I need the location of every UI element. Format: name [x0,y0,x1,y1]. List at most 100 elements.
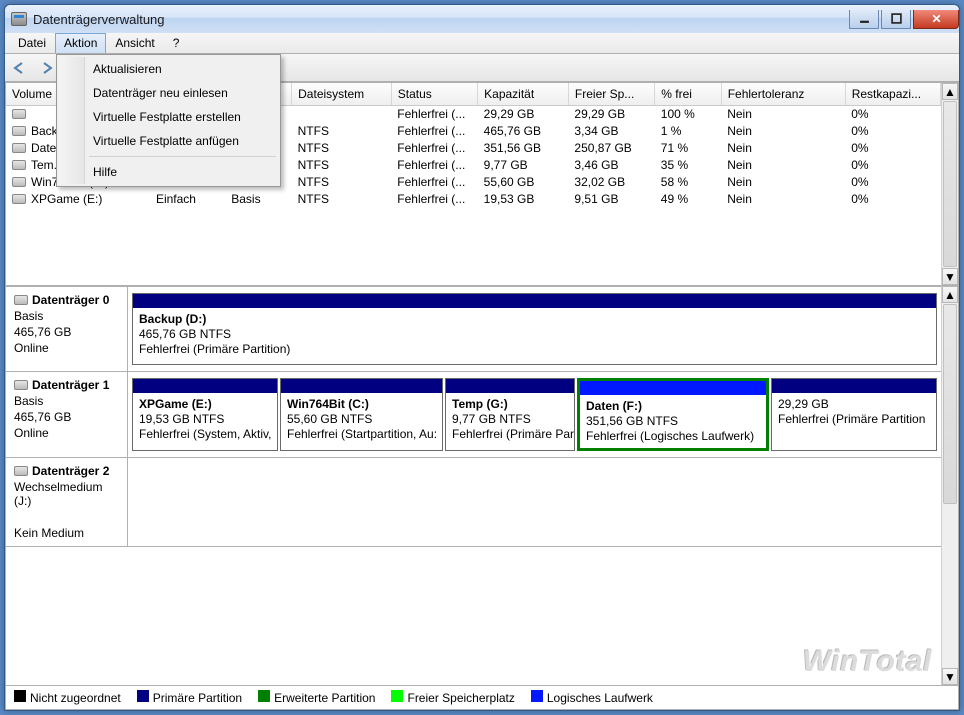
partition-unnamed[interactable]: 29,29 GBFehlerfrei (Primäre Partition [771,378,937,451]
menubar: Datei Aktion Ansicht ? [5,33,959,54]
cell-fs: NTFS [292,139,392,156]
menu-help-item[interactable]: Hilfe [59,160,278,184]
cell-fs: NTFS [292,173,392,190]
partition-stripe [446,379,574,393]
legend-swatch-unallocated [14,690,26,702]
menu-separator [89,156,276,157]
cell-type: Basis [225,190,291,207]
partition-status: Fehlerfrei (Logisches Laufwerk) [586,429,760,444]
table-row[interactable]: XPGame (E:)EinfachBasisNTFSFehlerfrei (.… [6,190,941,207]
partition-label: XPGame (E:) [139,397,271,412]
menu-help[interactable]: ? [164,33,189,53]
cell-fs: NTFS [292,190,392,207]
scroll-thumb[interactable] [943,101,957,267]
legend-label: Nicht zugeordnet [30,691,121,705]
scroll-down-icon[interactable]: ▼ [942,268,958,285]
disk-state: Online [14,341,119,355]
disk-row: Datenträger 2 Wechselmedium (J:) Kein Me… [6,458,941,547]
cell-status: Fehlerfrei (... [391,173,477,190]
window-title: Datenträgerverwaltung [33,12,849,27]
scroll-thumb[interactable] [943,304,957,504]
col-pctfree[interactable]: % frei [655,83,721,105]
legend-label: Logisches Laufwerk [547,691,653,705]
menu-attach-vhd[interactable]: Virtuelle Festplatte anfügen [59,129,278,153]
disk-header[interactable]: Datenträger 2 Wechselmedium (J:) Kein Me… [6,458,128,546]
cell-cap: 55,60 GB [478,173,569,190]
cell-fs [292,105,392,122]
cell-free: 250,87 GB [568,139,654,156]
cell-layout: Einfach [150,190,225,207]
partition-stripe [133,379,277,393]
scroll-up-icon[interactable]: ▲ [942,83,958,100]
col-filesystem[interactable]: Dateisystem [292,83,392,105]
cell-status: Fehlerfrei (... [391,156,477,173]
titlebar[interactable]: Datenträgerverwaltung [5,5,959,33]
cell-pct: 71 % [655,139,721,156]
cell-status: Fehlerfrei (... [391,139,477,156]
cell-fault: Nein [721,173,845,190]
legend: Nicht zugeordnet Primäre Partition Erwei… [6,685,958,709]
minimize-button[interactable] [849,10,879,29]
cell-status: Fehlerfrei (... [391,105,477,122]
menu-rescan-disks[interactable]: Datenträger neu einlesen [59,81,278,105]
list-scrollbar[interactable]: ▲ ▼ [941,83,958,285]
back-button[interactable] [11,59,29,77]
disk-name: Datenträger 1 [32,378,109,392]
col-overhead[interactable]: Restkapazi... [845,83,940,105]
partition-label: Win764Bit (C:) [287,397,436,412]
partition-stripe [772,379,936,393]
scroll-up-icon[interactable]: ▲ [942,286,958,303]
disk-header[interactable]: Datenträger 1 Basis 465,76 GB Online [6,372,128,457]
partition-status: Fehlerfrei (Startpartition, Au: [287,427,436,442]
partition-backup[interactable]: Backup (D:) 465,76 GB NTFS Fehlerfrei (P… [132,293,937,365]
partition-stripe [133,294,936,308]
cell-pct: 49 % [655,190,721,207]
disk-state: Kein Medium [14,526,119,540]
partition-size: 465,76 GB NTFS [139,327,930,342]
maximize-button[interactable] [881,10,911,29]
cell-cap: 29,29 GB [478,105,569,122]
partition-stripe [580,381,766,395]
app-icon [11,12,27,26]
cell-status: Fehlerfrei (... [391,190,477,207]
volume-icon [12,160,26,170]
cell-over: 0% [845,122,940,139]
cell-free: 3,34 GB [568,122,654,139]
partition-label: Temp (G:) [452,397,568,412]
menu-view[interactable]: Ansicht [106,33,163,53]
partition-status: Fehlerfrei (Primäre Partition) [139,342,930,357]
legend-label: Freier Speicherplatz [407,691,514,705]
menu-refresh[interactable]: Aktualisieren [59,57,278,81]
menu-create-vhd[interactable]: Virtuelle Festplatte erstellen [59,105,278,129]
disk-icon [14,466,28,476]
cell-free: 32,02 GB [568,173,654,190]
cell-free: 29,29 GB [568,105,654,122]
disk-state: Online [14,426,119,440]
partition-xpgame[interactable]: XPGame (E:)19,53 GB NTFSFehlerfrei (Syst… [132,378,278,451]
cell-fs: NTFS [292,122,392,139]
cell-fault: Nein [721,139,845,156]
partition-daten-extended[interactable]: Daten (F:)351,56 GB NTFSFehlerfrei (Logi… [577,378,769,451]
menu-file[interactable]: Datei [9,33,55,53]
scroll-down-icon[interactable]: ▼ [942,668,958,685]
col-status[interactable]: Status [391,83,477,105]
cell-over: 0% [845,156,940,173]
forward-button[interactable] [37,59,55,77]
diagram-scrollbar[interactable]: ▲ ▼ [941,286,958,685]
cell-pct: 100 % [655,105,721,122]
disk-type: Wechselmedium (J:) [14,480,119,508]
col-free[interactable]: Freier Sp... [568,83,654,105]
close-button[interactable] [913,10,959,29]
disk-type: Basis [14,309,119,323]
col-fault[interactable]: Fehlertoleranz [721,83,845,105]
cell-cap: 9,77 GB [478,156,569,173]
menu-action[interactable]: Aktion [55,33,106,53]
disk-size: 465,76 GB [14,410,119,424]
partition-win764bit[interactable]: Win764Bit (C:)55,60 GB NTFSFehlerfrei (S… [280,378,443,451]
disk-header[interactable]: Datenträger 0 Basis 465,76 GB Online [6,287,128,371]
disk-size: 465,76 GB [14,325,119,339]
cell-fs: NTFS [292,156,392,173]
col-capacity[interactable]: Kapazität [478,83,569,105]
legend-swatch-extended [258,690,270,702]
partition-temp[interactable]: Temp (G:)9,77 GB NTFSFehlerfrei (Primäre… [445,378,575,451]
